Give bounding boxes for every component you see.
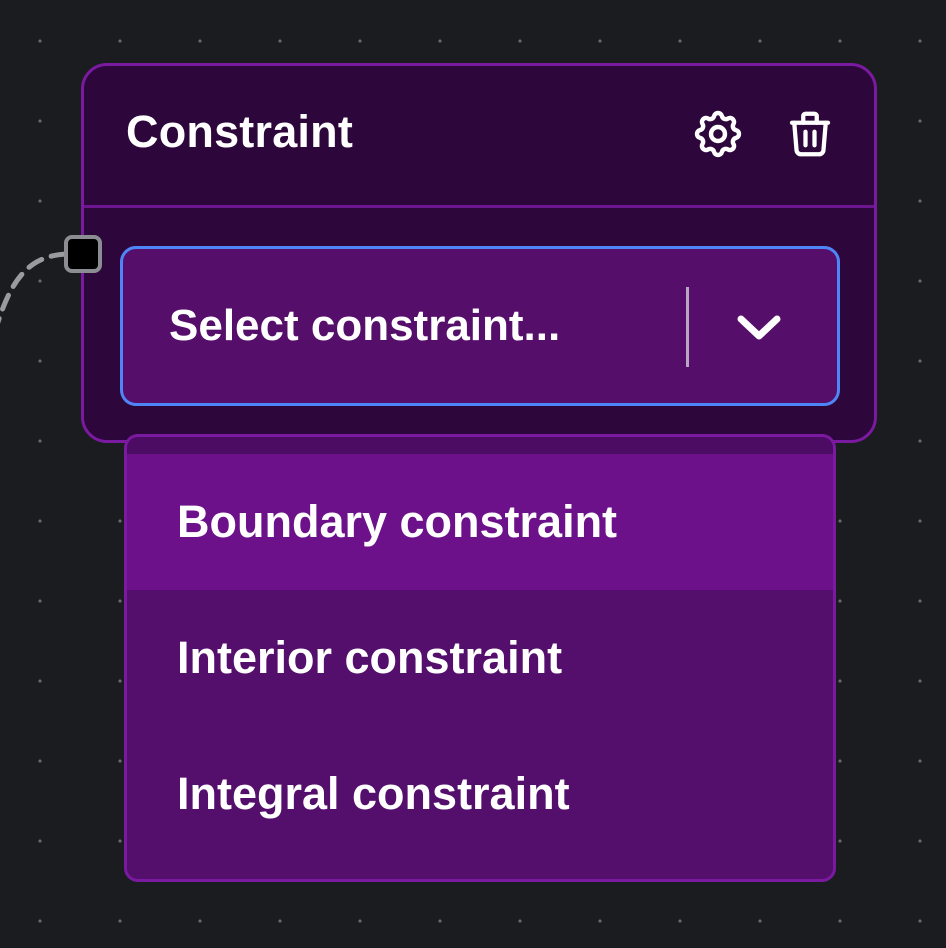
gear-icon: [694, 110, 742, 158]
menu-option-label: Interior constraint: [177, 632, 563, 683]
node-title: Constraint: [126, 106, 353, 157]
trash-icon: [789, 111, 831, 157]
select-divider: [686, 287, 689, 367]
menu-top-padding: [127, 437, 833, 454]
menu-option-boundary-constraint[interactable]: Boundary constraint: [127, 454, 833, 590]
chevron-down-icon: [737, 315, 781, 340]
node-header: Constraint: [84, 66, 874, 208]
constraint-select[interactable]: Select constraint...: [120, 246, 840, 406]
menu-option-integral-constraint[interactable]: Integral constraint: [127, 726, 833, 862]
dropdown-toggle[interactable]: [731, 303, 787, 353]
select-placeholder: Select constraint...: [169, 301, 561, 350]
settings-button[interactable]: [690, 106, 746, 162]
menu-option-interior-constraint[interactable]: Interior constraint: [127, 590, 833, 726]
node-input-handle[interactable]: [64, 235, 102, 273]
delete-button[interactable]: [782, 106, 838, 162]
menu-option-label: Boundary constraint: [177, 496, 618, 547]
menu-option-label: Integral constraint: [177, 768, 570, 819]
constraint-dropdown-menu: Boundary constraint Interior constraint …: [124, 434, 836, 882]
flow-canvas[interactable]: Constraint Select constraint... Boundary…: [0, 0, 946, 948]
